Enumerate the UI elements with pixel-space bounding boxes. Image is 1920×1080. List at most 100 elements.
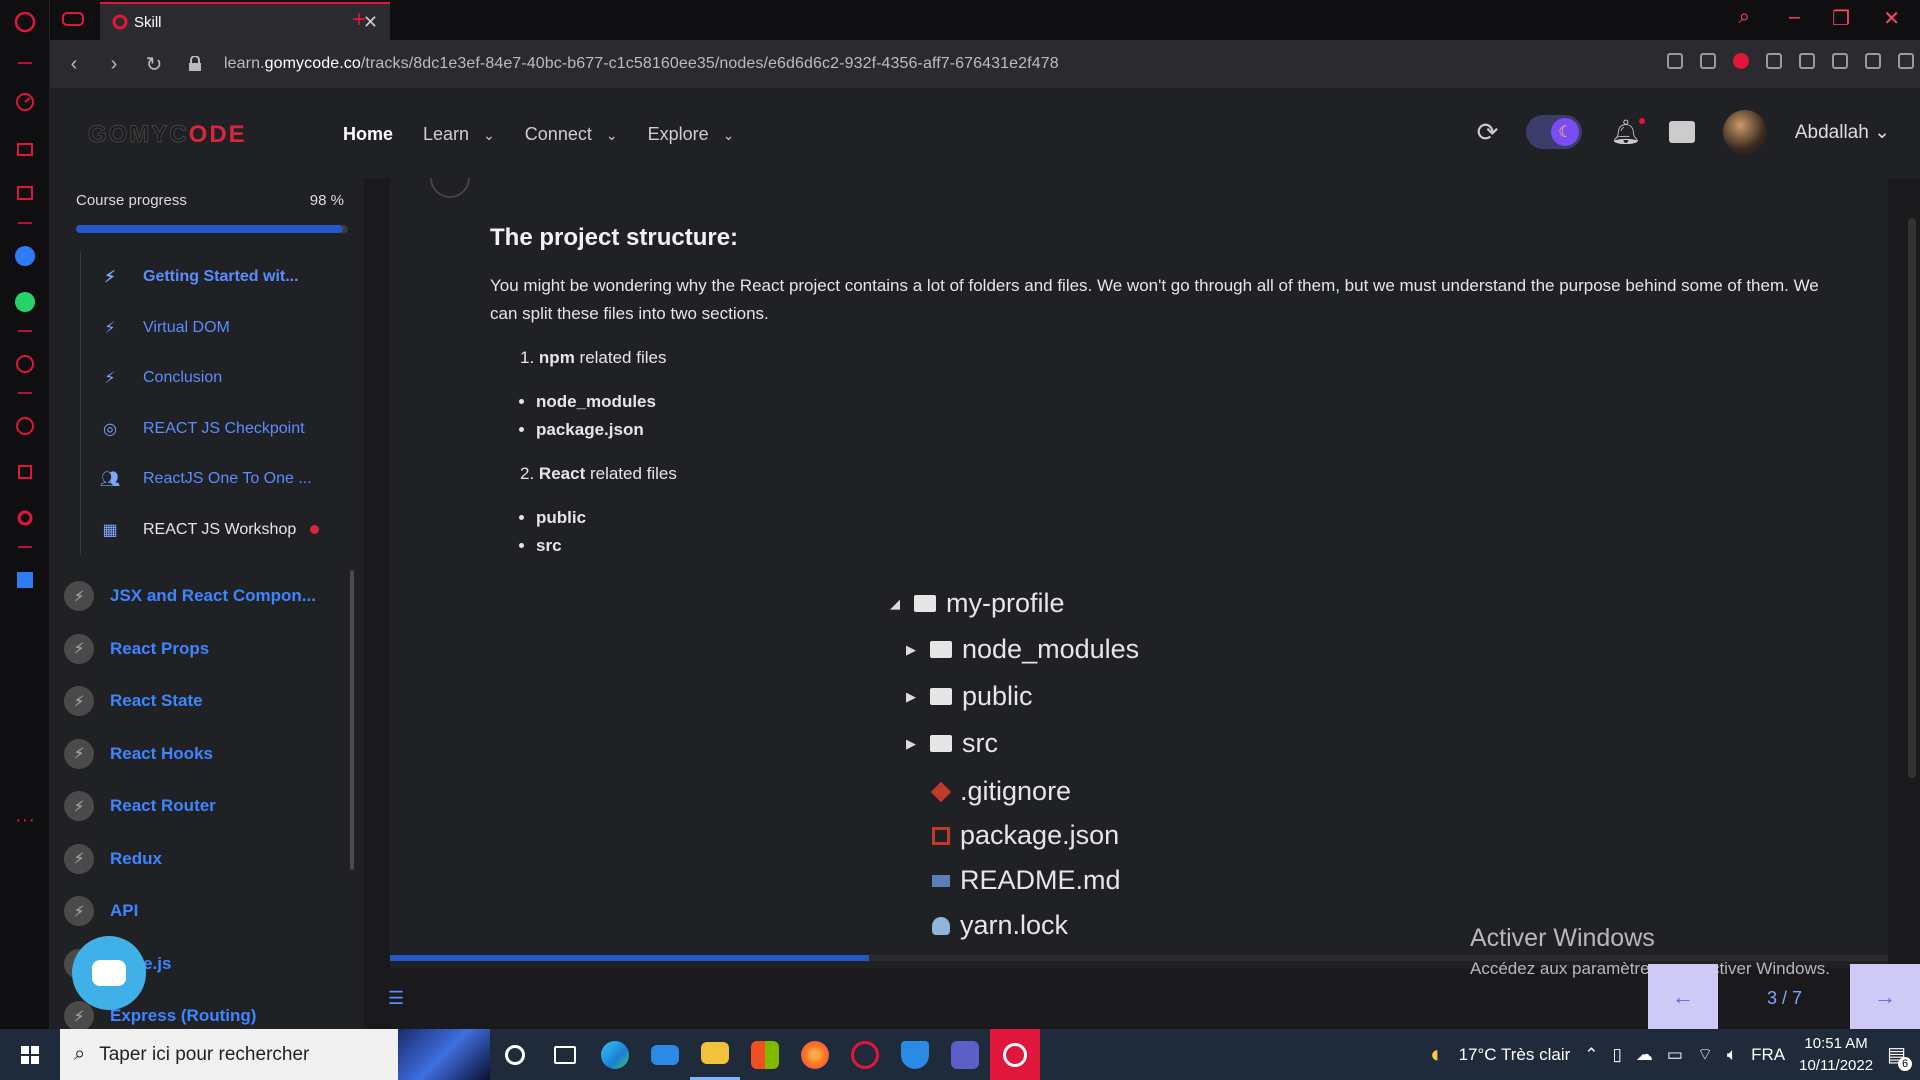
speed-dial-icon[interactable] [13, 90, 37, 114]
module-label: React Props [110, 638, 210, 658]
start-button[interactable] [0, 1029, 60, 1080]
gaming-app-icon[interactable] [840, 1029, 890, 1080]
rail-divider [18, 546, 32, 548]
search-tabs-icon[interactable]: ⌕ [1739, 6, 1750, 29]
language-indicator[interactable]: FRA [1751, 1045, 1785, 1065]
extensions-icon[interactable] [13, 460, 37, 484]
favorite-icon[interactable] [1799, 53, 1815, 69]
opera-logo-icon[interactable] [13, 10, 37, 34]
reload-button[interactable]: ↻ [134, 52, 174, 77]
adblock-icon[interactable] [1733, 53, 1749, 69]
dark-mode-toggle[interactable]: ☾ [1526, 115, 1583, 149]
notification-center-icon[interactable]: ▤ 6 [1887, 1042, 1912, 1071]
module-item[interactable]: ⚡︎ React Hooks [64, 728, 344, 781]
back-button[interactable]: ‹ [54, 53, 94, 76]
lesson-item[interactable]: ▦ REACT JS Workshop [81, 505, 350, 556]
nav-connect-label: Connect [524, 124, 592, 144]
bolt-icon: ⚡︎ [64, 791, 94, 822]
security-app-icon[interactable] [890, 1029, 940, 1080]
folder-icon [930, 735, 952, 752]
taskbar-search[interactable]: ⌕ Taper ici pour rechercher [60, 1029, 490, 1080]
content-scrollbar[interactable] [1908, 218, 1916, 778]
module-item[interactable]: ⚡︎ React State [64, 675, 344, 728]
more-icon[interactable]: ··· [13, 808, 37, 832]
lesson-item[interactable]: ⚡︎ Virtual DOM [81, 303, 350, 354]
module-item[interactable]: ⚡︎ Redux [64, 833, 344, 886]
volume-icon[interactable]: 🔈︎ [1727, 1045, 1737, 1065]
notification-bell-icon[interactable]: 🔔︎ [1610, 117, 1645, 147]
table-of-contents-icon[interactable]: ☰ [388, 988, 404, 1009]
browser-tab-bar: Skill ✕ + ⌕ – ❐ ✕ [50, 0, 1920, 40]
lesson-item[interactable]: ◎ REACT JS Checkpoint [81, 404, 350, 455]
chevron-down-icon: ⌄ [483, 127, 495, 143]
onedrive-icon[interactable]: ☁ [1636, 1045, 1653, 1065]
live-indicator-dot [310, 525, 320, 535]
nav-learn[interactable]: Learn ⌄ [423, 124, 495, 145]
messenger-icon[interactable] [13, 244, 37, 268]
forward-button[interactable]: › [94, 53, 134, 76]
wifi-icon[interactable]: ⌔ [1697, 1044, 1713, 1065]
firefox-icon[interactable] [790, 1029, 840, 1080]
module-item[interactable]: ⚡︎ JSX and React Compon... [64, 570, 344, 623]
device-icon[interactable]: ▯ [1613, 1045, 1622, 1065]
rail-divider [18, 62, 32, 64]
chevron-up-icon[interactable]: ⌃ [1584, 1045, 1598, 1065]
lesson-list: ⚡︎ Getting Started wit... ⚡︎ Virtual DOM ⚡… [80, 252, 350, 555]
tab-menu-icon[interactable] [62, 10, 84, 33]
cube-icon[interactable] [1832, 53, 1848, 69]
support-chat-button[interactable] [72, 936, 146, 1010]
send-icon[interactable] [1766, 53, 1782, 69]
sidebar-scrollbar[interactable] [350, 570, 354, 870]
nav-connect[interactable]: Connect ⌄ [525, 124, 618, 145]
next-page-button[interactable]: → [1850, 964, 1920, 1029]
battery-icon[interactable]: ▭ [1667, 1045, 1683, 1065]
module-label: React State [110, 691, 203, 711]
cortana-icon[interactable] [490, 1029, 540, 1080]
avatar[interactable] [1722, 110, 1767, 154]
easy-setup-icon[interactable] [1898, 53, 1914, 69]
translate-icon[interactable] [13, 568, 37, 592]
share-icon[interactable] [1667, 53, 1683, 69]
tree-folder: ▶ src [906, 728, 998, 759]
module-item[interactable]: ⚡︎ API [64, 885, 344, 938]
lesson-item[interactable]: ⚡︎ Getting Started wit... [81, 252, 350, 303]
user-menu[interactable]: Abdallah ⌄ [1795, 121, 1890, 144]
nav-home[interactable]: Home [343, 124, 393, 145]
task-view-icon[interactable] [540, 1029, 590, 1080]
lesson-item[interactable]: 👥︎ ReactJS One To One ... [81, 454, 350, 505]
close-window-button[interactable]: ✕ [1883, 6, 1900, 31]
snapshot-icon[interactable] [1700, 53, 1716, 69]
file-explorer-icon[interactable] [690, 1029, 740, 1080]
history-icon[interactable] [13, 414, 37, 438]
download-icon[interactable] [1865, 53, 1881, 69]
module-item[interactable]: ⚡︎ React Props [64, 623, 344, 676]
player-icon[interactable] [13, 352, 37, 376]
messages-icon[interactable] [1668, 121, 1695, 143]
minimize-button[interactable]: – [1789, 6, 1800, 29]
new-tab-button[interactable]: + [352, 6, 366, 34]
list-item: public [536, 508, 586, 536]
store-icon[interactable] [740, 1029, 790, 1080]
opera-taskbar-icon[interactable] [990, 1029, 1040, 1080]
settings-icon[interactable] [13, 506, 37, 530]
refresh-icon[interactable]: ⟳ [1477, 117, 1499, 148]
edge-icon[interactable] [590, 1029, 640, 1080]
nav-explore[interactable]: Explore ⌄ [648, 124, 735, 145]
weather-icon: ◐ [1430, 1040, 1445, 1068]
twitch-icon[interactable] [13, 182, 37, 206]
lesson-item[interactable]: ⚡︎ Conclusion [81, 353, 350, 404]
tab-skill[interactable]: Skill ✕ [100, 2, 390, 40]
teams-app-icon[interactable] [940, 1029, 990, 1080]
gomycode-logo[interactable]: GOMYCODE [88, 121, 247, 149]
whatsapp-icon[interactable] [13, 290, 37, 314]
list-item: package.json [536, 420, 656, 448]
weather-text[interactable]: 17°C Très clair [1459, 1045, 1571, 1065]
clock[interactable]: 10:51 AM 10/11/2022 [1799, 1033, 1873, 1077]
module-item[interactable]: ⚡︎ React Router [64, 780, 344, 833]
previous-page-button[interactable]: ← [1648, 964, 1718, 1029]
workspace-icon[interactable] [13, 136, 37, 160]
mail-icon[interactable] [640, 1029, 690, 1080]
restore-button[interactable]: ❐ [1832, 6, 1850, 31]
module-label: Redux [110, 848, 162, 868]
url-field[interactable]: learn.gomycode.co/tracks/8dc1e3ef-84e7-4… [224, 55, 1059, 73]
